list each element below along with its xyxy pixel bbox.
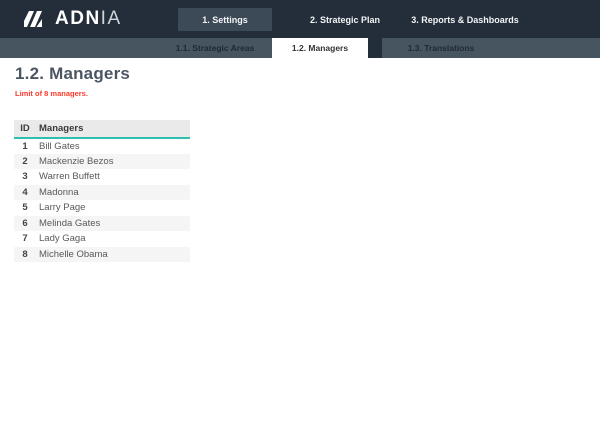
table-row: 2 Mackenzie Bezos [14,154,190,170]
nav-item-strategic-plan[interactable]: 2. Strategic Plan [300,8,390,31]
manager-name-cell[interactable]: Melinda Gates [36,216,190,232]
table-row: 6 Melinda Gates [14,216,190,232]
manager-name-cell[interactable]: Larry Page [36,200,190,216]
table-row: 5 Larry Page [14,200,190,216]
sub-tabbar: 1.1. Strategic Areas 1.2. Managers 1.3. … [0,38,600,58]
top-navbar: ADNIA 1. Settings 2. Strategic Plan 3. R… [0,0,600,38]
row-id: 4 [14,185,36,201]
nav-item-reports-dashboards[interactable]: 3. Reports & Dashboards [405,8,525,31]
row-id: 1 [14,138,36,154]
manager-name-cell[interactable]: Madonna [36,185,190,201]
table-row: 1 Bill Gates [14,138,190,154]
tab-translations[interactable]: 1.3. Translations [382,38,500,58]
tab-separator [368,38,382,58]
app-window: ADNIA 1. Settings 2. Strategic Plan 3. R… [0,0,600,447]
header-id: ID [14,120,36,138]
table-row: 4 Madonna [14,185,190,201]
brand-name-light: IA [101,8,122,29]
manager-name-cell[interactable]: Michelle Obama [36,247,190,263]
header-managers: Managers [36,120,190,138]
tab-strategic-areas[interactable]: 1.1. Strategic Areas [158,38,272,58]
row-id: 6 [14,216,36,232]
brand-name: ADNIA [55,8,122,30]
managers-table-header: ID Managers [14,120,190,138]
table-row: 3 Warren Buffett [14,169,190,185]
limit-note: Limit of 8 managers. [15,89,88,98]
row-id: 5 [14,200,36,216]
table-row: 8 Michelle Obama [14,247,190,263]
row-id: 3 [14,169,36,185]
row-id: 7 [14,231,36,247]
brand-logo: ADNIA [21,8,122,30]
row-id: 8 [14,247,36,263]
page-title: 1.2. Managers [15,64,130,84]
brand-name-bold: ADN [55,8,101,29]
managers-table: ID Managers 1 Bill Gates 2 Mackenzie Bez… [14,120,190,262]
table-row: 7 Lady Gaga [14,231,190,247]
adnia-logo-icon [21,9,47,29]
row-id: 2 [14,154,36,170]
nav-item-settings[interactable]: 1. Settings [178,8,272,31]
manager-name-cell[interactable]: Bill Gates [36,138,190,154]
manager-name-cell[interactable]: Lady Gaga [36,231,190,247]
header-row: ID Managers [14,120,190,138]
manager-name-cell[interactable]: Mackenzie Bezos [36,154,190,170]
tab-managers[interactable]: 1.2. Managers [272,38,368,58]
manager-name-cell[interactable]: Warren Buffett [36,169,190,185]
